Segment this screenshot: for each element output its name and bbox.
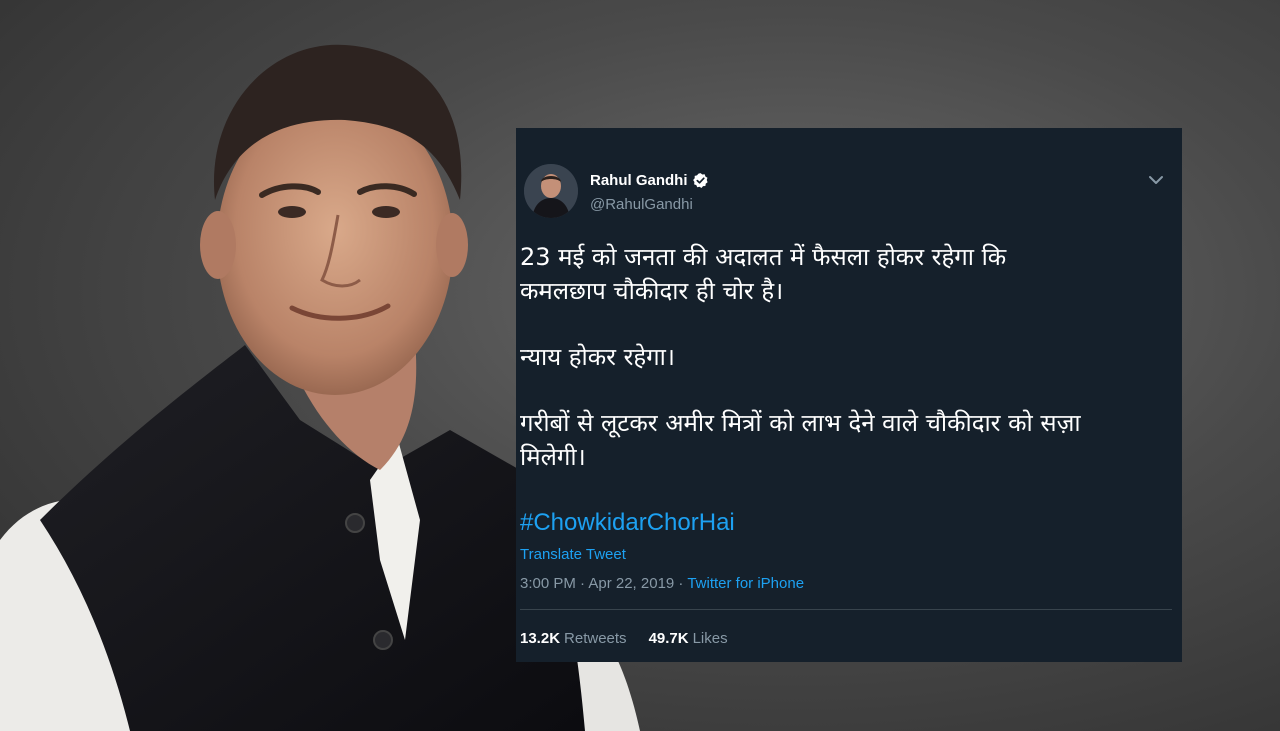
tweet-timestamp: 3:00 PM · Apr 22, 2019 · Twitter for iPh… <box>520 575 804 592</box>
author-name-text: Rahul Gandhi <box>590 172 688 189</box>
author-handle[interactable]: @RahulGandhi <box>590 196 693 213</box>
translate-tweet-link[interactable]: Translate Tweet <box>520 546 626 563</box>
tweet-card: Rahul Gandhi @RahulGandhi 23 मई को जनता … <box>516 128 1182 662</box>
avatar[interactable] <box>524 164 578 218</box>
chevron-down-icon[interactable] <box>1146 170 1166 190</box>
likes-label: Likes <box>692 630 728 647</box>
divider <box>520 609 1172 610</box>
retweets-stat[interactable]: 13.2K Retweets <box>520 630 627 647</box>
verified-badge-icon <box>692 173 708 188</box>
hashtag-link[interactable]: #ChowkidarChorHai <box>520 506 735 540</box>
author-name[interactable]: Rahul Gandhi <box>590 172 709 189</box>
tweet-text: 23 मई को जनता की अदालत में फैसला होकर रह… <box>520 240 1172 540</box>
avatar-image <box>524 164 578 218</box>
likes-stat[interactable]: 49.7K Likes <box>649 630 728 647</box>
retweets-label: Retweets <box>564 630 627 647</box>
likes-count: 49.7K <box>648 630 689 647</box>
source-link[interactable]: Twitter for iPhone <box>687 575 804 592</box>
tweet-paragraph: 23 मई को जनता की अदालत में फैसला होकर रह… <box>520 243 1007 305</box>
tweet-paragraph: गरीबों से लूटकर अमीर मित्रों को लाभ देने… <box>520 409 1081 471</box>
timestamp-text[interactable]: 3:00 PM · Apr 22, 2019 · <box>520 575 687 592</box>
tweet-header: Rahul Gandhi @RahulGandhi <box>520 146 1172 218</box>
tweet-stats: 13.2K Retweets 49.7K Likes <box>520 630 728 647</box>
tweet-paragraph: न्याय होकर रहेगा। <box>520 343 675 371</box>
retweets-count: 13.2K <box>520 630 561 647</box>
